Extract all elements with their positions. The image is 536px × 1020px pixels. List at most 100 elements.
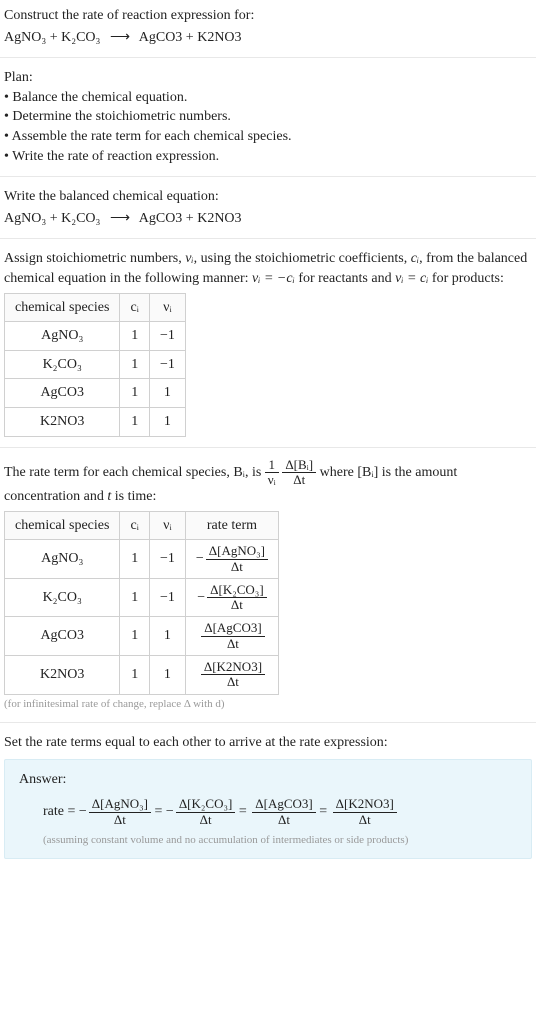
cell-nui: 1 xyxy=(149,656,185,695)
cell-species: AgNO₃ xyxy=(5,540,120,579)
cell-nui: 1 xyxy=(149,407,185,436)
cell-nui: 1 xyxy=(149,379,185,408)
frac-den: Δt xyxy=(282,473,316,487)
cell-ci: 1 xyxy=(120,656,150,695)
answer-expression: rate = −Δ[AgNO₃]Δt = −Δ[K₂CO₃]Δt = Δ[AgC… xyxy=(19,797,517,827)
assign-text: for products: xyxy=(428,271,503,286)
divider xyxy=(0,238,536,239)
balanced-products: AgCO3 + K2NO3 xyxy=(139,211,242,226)
cell-rateterm: Δ[K2NO3]Δt xyxy=(185,656,278,695)
cell-species: K2NO3 xyxy=(5,656,120,695)
cell-species: K₂CO₃ xyxy=(5,350,120,379)
cell-ci: 1 xyxy=(120,578,150,617)
frac-num: Δ[Bᵢ] xyxy=(282,458,316,473)
rel-reactants: νᵢ = −cᵢ xyxy=(252,271,295,286)
frac-den: Δt xyxy=(176,813,236,827)
rate-frac: Δ[AgNO₃]Δt xyxy=(206,544,268,574)
frac-num: 1 xyxy=(265,458,279,473)
frac-den: Δt xyxy=(207,598,267,612)
rel-products: νᵢ = cᵢ xyxy=(395,271,428,286)
cell-ci: 1 xyxy=(120,322,150,351)
answer-caveat: (assuming constant volume and no accumul… xyxy=(19,833,517,848)
intro-block: Construct the rate of reaction expressio… xyxy=(0,0,536,53)
table-header-row: chemical species cᵢ νᵢ xyxy=(5,293,186,322)
sign: − xyxy=(166,804,174,819)
infinitesimal-note: (for infinitesimal rate of change, repla… xyxy=(4,697,532,712)
intro-line: Construct the rate of reaction expressio… xyxy=(4,6,532,26)
cell-rateterm: −Δ[AgNO₃]Δt xyxy=(185,540,278,579)
frac-num: Δ[AgNO₃] xyxy=(89,797,151,812)
nu-i: νᵢ xyxy=(185,251,193,266)
table-row: K₂CO₃ 1 −1 xyxy=(5,350,186,379)
cell-ci: 1 xyxy=(120,350,150,379)
setequal-block: Set the rate terms equal to each other t… xyxy=(0,727,536,865)
assign-text: for reactants and xyxy=(295,271,395,286)
divider xyxy=(0,57,536,58)
divider xyxy=(0,722,536,723)
divider xyxy=(0,176,536,177)
assign-text: Assign stoichiometric numbers, xyxy=(4,251,185,266)
rate-frac: Δ[K₂CO₃]Δt xyxy=(207,583,267,613)
table-row: AgCO3 1 1 xyxy=(5,379,186,408)
cell-nui: −1 xyxy=(149,540,185,579)
stoich-table-2: chemical species cᵢ νᵢ rate term AgNO₃ 1… xyxy=(4,511,279,695)
balanced-reactants: AgNO₃ + K₂CO₃ xyxy=(4,211,100,226)
balanced-heading: Write the balanced chemical equation: xyxy=(4,187,532,207)
col-nui: νᵢ xyxy=(149,511,185,540)
sign: − xyxy=(197,590,205,605)
intro-equation: AgNO₃ + K₂CO₃ ⟶ AgCO3 + K2NO3 xyxy=(4,28,532,48)
plan-item: Assemble the rate term for each chemical… xyxy=(4,127,532,147)
frac-den: νᵢ xyxy=(265,473,279,487)
rate-frac: Δ[K₂CO₃]Δt xyxy=(176,797,236,827)
cell-ci: 1 xyxy=(120,540,150,579)
rate-frac: Δ[K2NO3]Δt xyxy=(333,797,397,827)
setequal-text: Set the rate terms equal to each other t… xyxy=(4,733,532,753)
eq: = xyxy=(319,804,330,819)
col-ci: cᵢ xyxy=(120,293,150,322)
cell-rateterm: Δ[AgCO3]Δt xyxy=(185,617,278,656)
plan-item: Determine the stoichiometric numbers. xyxy=(4,107,532,127)
table-row: AgNO₃ 1 −1 −Δ[AgNO₃]Δt xyxy=(5,540,279,579)
sign: − xyxy=(196,551,204,566)
cell-species: AgNO₃ xyxy=(5,322,120,351)
assign-block: Assign stoichiometric numbers, νᵢ, using… xyxy=(0,243,536,442)
frac-den: Δt xyxy=(201,675,265,689)
rateterm-block: The rate term for each chemical species,… xyxy=(0,452,536,719)
cell-ci: 1 xyxy=(120,407,150,436)
frac-num: Δ[K2NO3] xyxy=(333,797,397,812)
plan-list: Balance the chemical equation. Determine… xyxy=(4,88,532,166)
frac-num: Δ[AgCO3] xyxy=(252,797,315,812)
table-row: K2NO3 1 1 xyxy=(5,407,186,436)
frac-den: Δt xyxy=(252,813,315,827)
cell-species: K2NO3 xyxy=(5,407,120,436)
cell-nui: −1 xyxy=(149,578,185,617)
frac-num: Δ[AgCO3] xyxy=(201,621,264,636)
cell-species: AgCO3 xyxy=(5,379,120,408)
plan-item: Write the rate of reaction expression. xyxy=(4,147,532,167)
balanced-block: Write the balanced chemical equation: Ag… xyxy=(0,181,536,234)
assign-text: , using the stoichiometric coefficients, xyxy=(194,251,411,266)
col-species: chemical species xyxy=(5,511,120,540)
table-row: AgNO₃ 1 −1 xyxy=(5,322,186,351)
cell-ci: 1 xyxy=(120,379,150,408)
arrow-icon: ⟶ xyxy=(110,30,130,45)
table-row: K2NO3 1 1 Δ[K2NO3]Δt xyxy=(5,656,279,695)
eq: = xyxy=(239,804,250,819)
frac-1-over-nu: 1 νᵢ xyxy=(265,458,279,488)
stoich-table-1: chemical species cᵢ νᵢ AgNO₃ 1 −1 K₂CO₃ … xyxy=(4,293,186,437)
frac-den: Δt xyxy=(333,813,397,827)
plan-block: Plan: Balance the chemical equation. Det… xyxy=(0,62,536,172)
answer-label: Answer: xyxy=(19,770,517,790)
rate-frac: Δ[AgCO3]Δt xyxy=(252,797,315,827)
frac-num: Δ[K2NO3] xyxy=(201,660,265,675)
divider xyxy=(0,447,536,448)
col-ci: cᵢ xyxy=(120,511,150,540)
intro-reactants: AgNO₃ + K₂CO₃ xyxy=(4,30,100,45)
intro-products: AgCO3 + K2NO3 xyxy=(139,30,242,45)
rateterm-text: The rate term for each chemical species,… xyxy=(4,465,265,480)
cell-species: K₂CO₃ xyxy=(5,578,120,617)
balanced-equation: AgNO₃ + K₂CO₃ ⟶ AgCO3 + K2NO3 xyxy=(4,209,532,229)
c-i: cᵢ xyxy=(411,251,419,266)
cell-nui: −1 xyxy=(149,350,185,379)
arrow-icon: ⟶ xyxy=(110,211,130,226)
